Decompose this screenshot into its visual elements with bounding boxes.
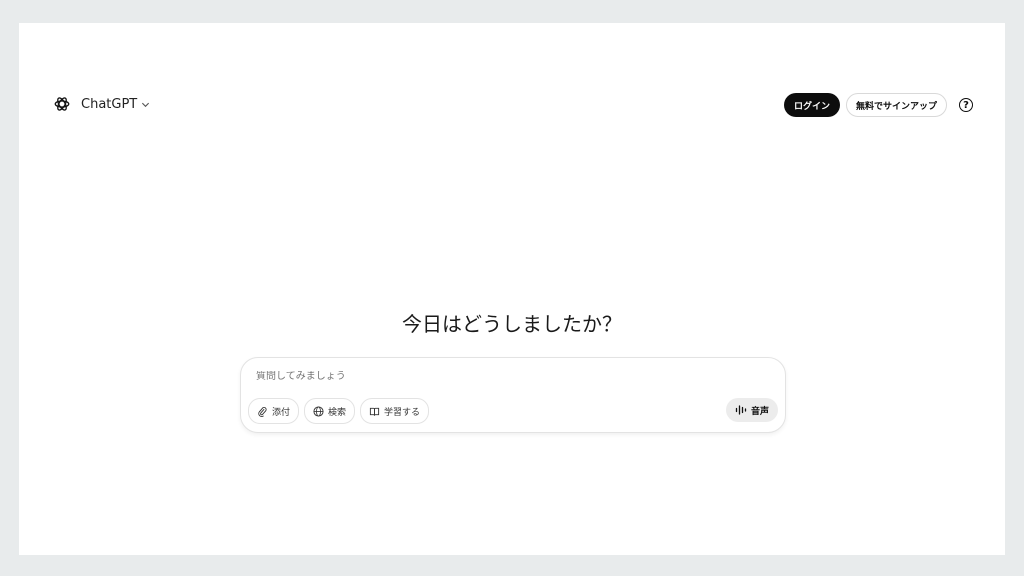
- composer-tools: 添付 検索 学習する: [248, 398, 434, 424]
- globe-icon: [313, 405, 324, 417]
- composer: 添付 検索 学習する: [240, 357, 786, 433]
- signup-button[interactable]: 無料でサインアップ: [845, 93, 947, 117]
- voice-button[interactable]: 音声: [725, 398, 778, 422]
- attach-label: 添付: [272, 407, 291, 418]
- attach-button[interactable]: 添付: [248, 398, 300, 424]
- study-label: 学習する: [384, 407, 421, 418]
- waveform-icon: [735, 405, 747, 415]
- study-button[interactable]: 学習する: [360, 398, 430, 424]
- chevron-down-icon: [142, 102, 150, 107]
- header-left: ChatGPT: [53, 95, 150, 113]
- search-label: 検索: [328, 407, 347, 418]
- help-glyph: ?: [963, 99, 969, 111]
- greeting-heading: 今日はどうしましたか？: [402, 312, 622, 336]
- login-button[interactable]: ログイン: [783, 93, 840, 117]
- app-window: ChatGPT ログイン 無料でサインアップ ? 今日はどうしましたか？ 添付: [19, 23, 1005, 555]
- header-right: ログイン 無料でサインアップ ?: [783, 93, 973, 117]
- model-label: ChatGPT: [81, 96, 138, 112]
- search-button[interactable]: 検索: [304, 398, 356, 424]
- help-circle-icon[interactable]: ?: [959, 98, 973, 112]
- model-switcher[interactable]: ChatGPT: [81, 97, 150, 112]
- voice-label: 音声: [750, 406, 769, 417]
- book-icon: [369, 407, 380, 416]
- openai-logo-icon[interactable]: [53, 95, 71, 113]
- paperclip-icon: [258, 406, 267, 417]
- prompt-input[interactable]: [256, 371, 770, 382]
